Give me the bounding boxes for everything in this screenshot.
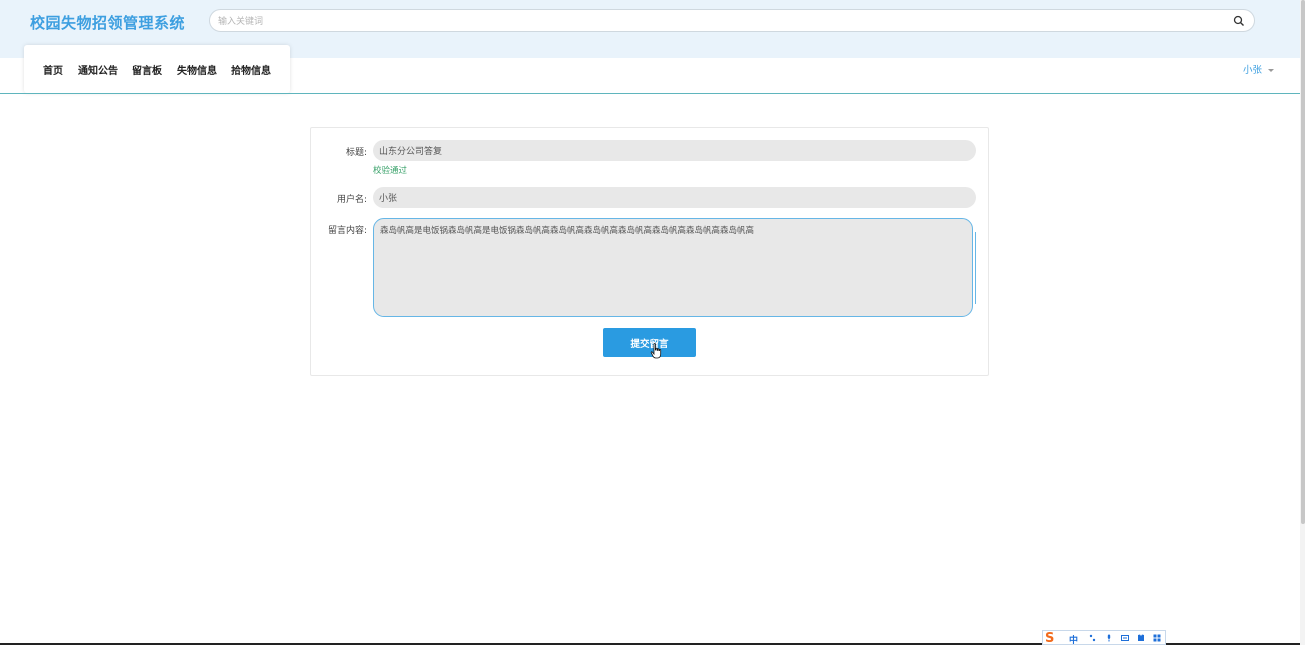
search-input[interactable] [216, 13, 1220, 30]
nav-item-lost-items[interactable]: 失物信息 [177, 62, 217, 77]
chevron-down-icon [1268, 69, 1275, 72]
site-title[interactable]: 校园失物招领管理系统 [30, 12, 185, 33]
content-textarea[interactable]: 森岛帆高是电饭锅森岛帆高是电饭锅森岛帆高森岛帆高森岛帆高森岛帆高森岛帆高森岛帆高… [373, 218, 973, 317]
punctuation-icon[interactable] [1089, 634, 1097, 642]
title-validation-message: 校验通过 [373, 166, 408, 176]
nav-item-message-board[interactable]: 留言板 [132, 62, 162, 77]
skin-icon[interactable] [1137, 634, 1145, 642]
search-bar [209, 9, 1255, 32]
ime-mode-indicator[interactable]: 中 [1069, 633, 1078, 646]
hand-cursor-icon [650, 343, 662, 359]
toolbox-icon[interactable] [1153, 634, 1161, 642]
nav-item-home[interactable]: 首页 [43, 62, 63, 77]
nav-item-found-items[interactable]: 拾物信息 [231, 62, 271, 77]
textarea-scrollbar[interactable] [975, 232, 976, 304]
page-scrollbar-thumb[interactable] [1301, 0, 1305, 524]
main-nav: 首页 通知公告 留言板 失物信息 拾物信息 [24, 45, 290, 93]
username-input[interactable] [373, 187, 976, 208]
username-field-label: 用户名: [336, 195, 367, 205]
keyboard-icon[interactable] [1121, 634, 1129, 642]
content-label: 留言内容: [327, 226, 367, 236]
nav-item-notices[interactable]: 通知公告 [78, 62, 118, 77]
user-menu[interactable]: 小张 [1243, 62, 1275, 76]
title-label: 标题: [345, 148, 367, 158]
sogou-logo-icon[interactable]: S [1045, 632, 1065, 646]
search-icon[interactable] [1233, 15, 1245, 27]
microphone-icon[interactable] [1105, 634, 1113, 642]
ime-toolbar[interactable]: S 中 [1042, 630, 1166, 646]
nav-divider [0, 93, 1300, 94]
username-label: 小张 [1243, 65, 1263, 76]
title-input[interactable] [373, 140, 976, 161]
